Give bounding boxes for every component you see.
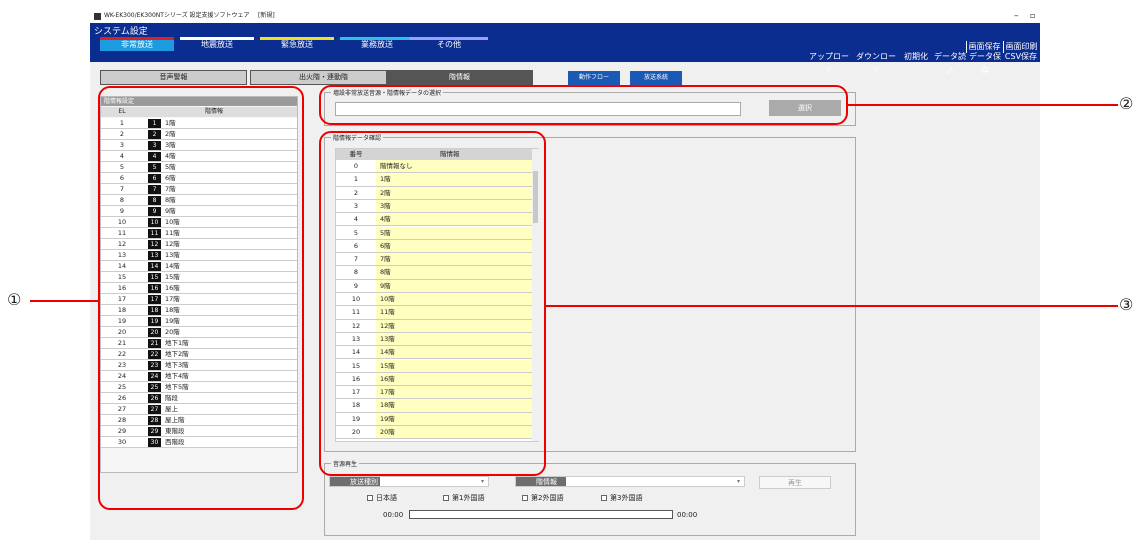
broadcast-system-button[interactable]: 放送系統 bbox=[630, 71, 682, 85]
time-start: 00:00 bbox=[383, 511, 404, 519]
floor-info-select[interactable]: 階情報 ▾ bbox=[515, 476, 745, 487]
callout-2-label: ② bbox=[1119, 94, 1134, 113]
checkbox-foreign3[interactable]: 第3外国語 bbox=[601, 493, 642, 503]
tab-3[interactable]: 緊急放送 bbox=[260, 37, 334, 51]
operation-flow-button[interactable]: 動作フロー bbox=[568, 71, 620, 85]
checkbox-foreign2[interactable]: 第2外国語 bbox=[522, 493, 563, 503]
app-icon bbox=[94, 13, 101, 20]
callout-2-frame bbox=[319, 85, 848, 125]
tab-label: 緊急放送 bbox=[281, 40, 313, 49]
tab-1[interactable]: 非常放送 bbox=[100, 37, 174, 51]
callout-1-label: ① bbox=[7, 290, 22, 309]
checkbox-foreign1[interactable]: 第1外国語 bbox=[443, 493, 484, 503]
tab-color-bar bbox=[410, 37, 488, 40]
minimize-icon[interactable]: – bbox=[1014, 9, 1019, 23]
callout-2-line bbox=[848, 104, 1118, 106]
callout-3-label: ③ bbox=[1119, 295, 1134, 314]
tab-label: 地震放送 bbox=[201, 40, 233, 49]
checkbox-japanese[interactable]: 日本語 bbox=[367, 493, 397, 503]
play-button[interactable]: 再生 bbox=[759, 476, 831, 489]
initialize-button[interactable]: 初期化 bbox=[900, 50, 932, 64]
title-bar: WK-EK300/EK300NTシリーズ 設定支援ソフトウェア [新規] – ▫ bbox=[90, 9, 1040, 23]
voice-alarm-button[interactable]: 音声警報 bbox=[100, 70, 247, 85]
callout-3-line bbox=[546, 305, 1118, 307]
fire-floor-button[interactable]: 出火階・連動階 bbox=[250, 70, 397, 85]
time-end: 00:00 bbox=[677, 511, 698, 519]
tab-color-bar bbox=[340, 37, 414, 40]
callout-3-frame bbox=[319, 131, 546, 476]
tab-color-bar bbox=[180, 37, 254, 40]
data-save-button[interactable]: データ保存 bbox=[968, 50, 1002, 75]
data-load-button[interactable]: データ読込 bbox=[933, 50, 967, 75]
tab-2[interactable]: 地震放送 bbox=[180, 37, 254, 51]
document-name: [新規] bbox=[258, 12, 275, 19]
tab-4[interactable]: 業務放送 bbox=[340, 37, 414, 51]
csv-save-button[interactable]: CSV保存 bbox=[1003, 50, 1039, 64]
tab-color-bar bbox=[100, 37, 174, 40]
chevron-down-icon: ▾ bbox=[736, 478, 740, 485]
header: システム設定 非常放送 地震放送 緊急放送 業務放送 その他 画面保存 画面印刷 アップ… bbox=[90, 23, 1040, 75]
tab-label: 非常放送 bbox=[121, 40, 153, 49]
tab-label: その他 bbox=[437, 40, 461, 49]
callout-1-frame bbox=[98, 86, 304, 510]
playback-progress[interactable] bbox=[409, 510, 673, 519]
callout-1-line bbox=[30, 300, 98, 302]
window-title: WK-EK300/EK300NTシリーズ 設定支援ソフトウェア bbox=[104, 12, 250, 19]
tab-5[interactable]: その他 bbox=[410, 37, 488, 51]
restore-icon[interactable]: ▫ bbox=[1030, 9, 1035, 23]
tab-label: 業務放送 bbox=[361, 40, 393, 49]
download-button[interactable]: ダウンロード bbox=[853, 50, 899, 75]
tab-color-bar bbox=[260, 37, 334, 40]
floor-info-button[interactable]: 階情報 bbox=[386, 70, 533, 85]
broadcast-type-select[interactable]: 放送種別 ▾ bbox=[329, 476, 489, 487]
upload-button[interactable]: アップロード bbox=[806, 50, 852, 75]
chevron-down-icon: ▾ bbox=[480, 478, 484, 485]
system-title: システム設定 bbox=[94, 27, 148, 37]
